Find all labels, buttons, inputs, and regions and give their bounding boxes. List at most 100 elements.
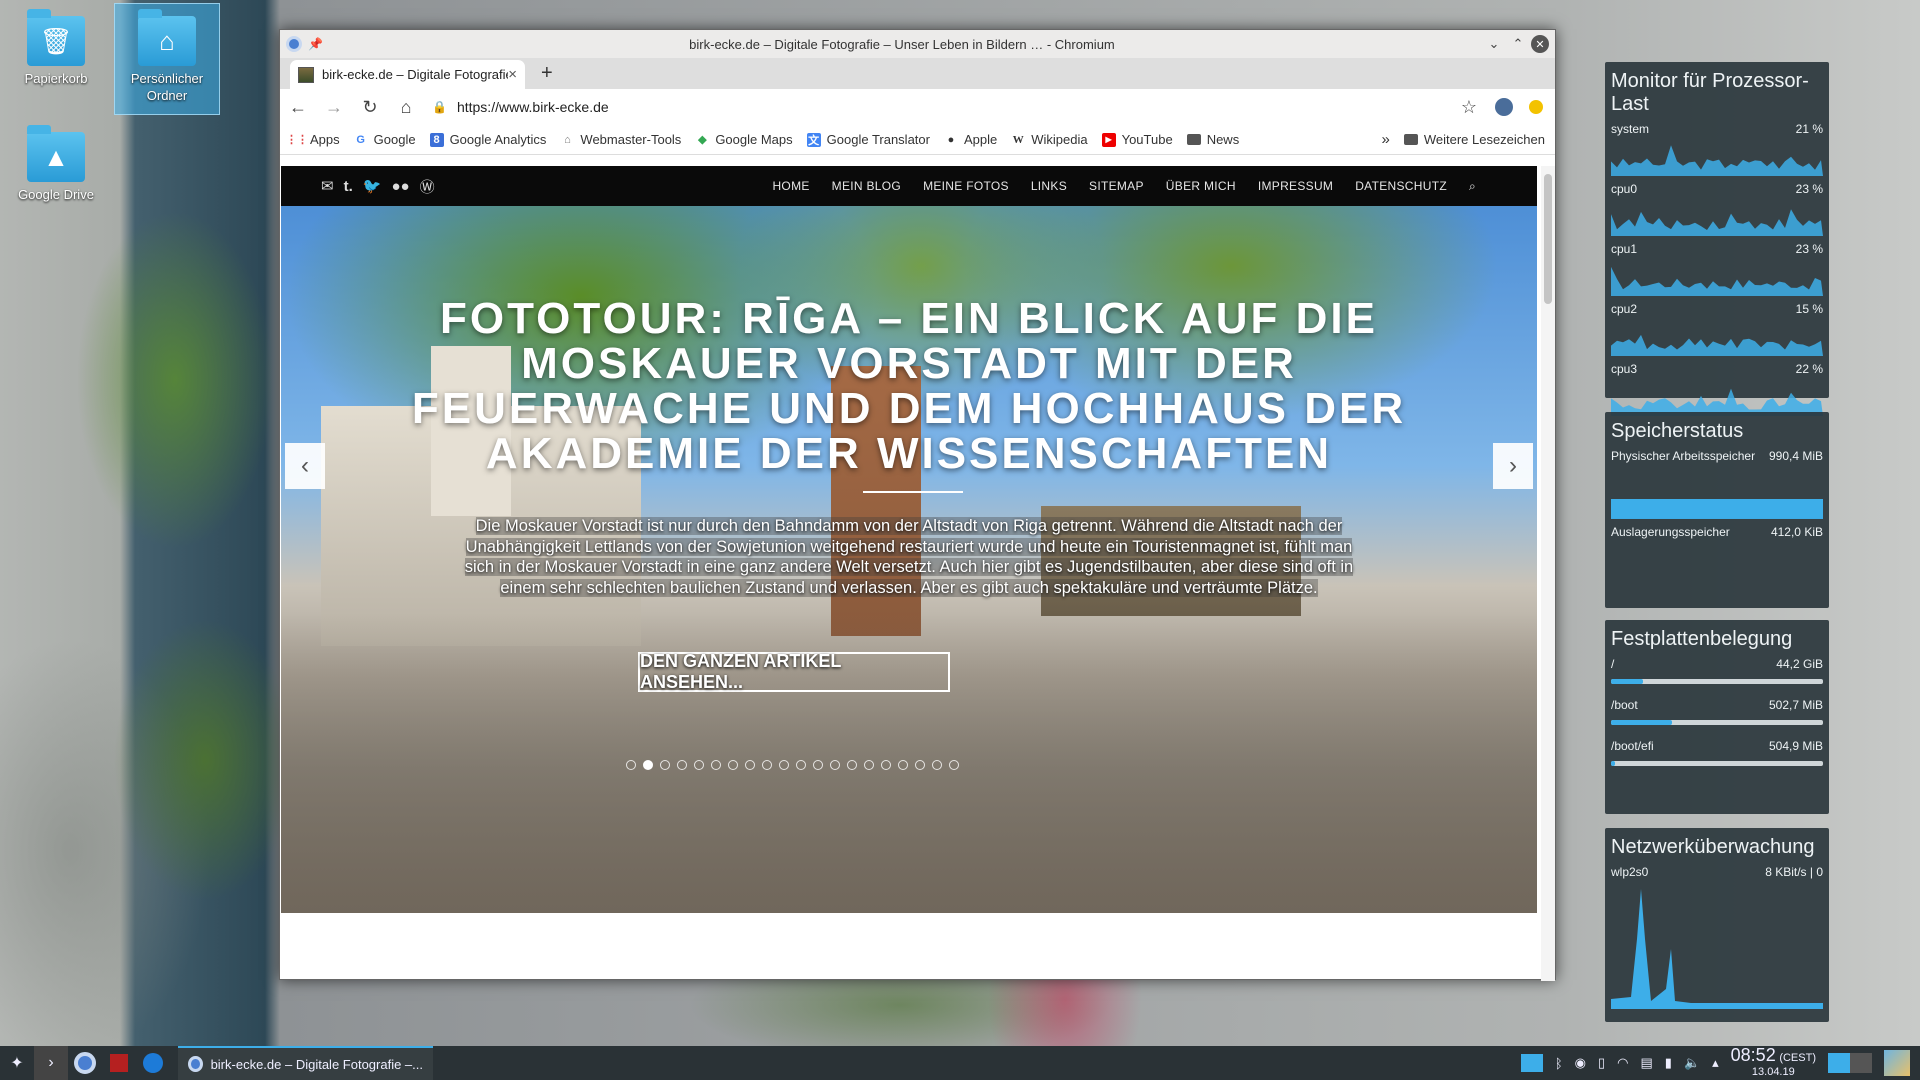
translate-icon: 文 (806, 132, 821, 147)
disk-usage-fill (1611, 679, 1643, 684)
scrollbar-thumb[interactable] (1544, 174, 1552, 304)
memory-row-physical: Physischer Arbeitsspeicher 990,4 MiB (1605, 447, 1829, 523)
forward-button[interactable]: → (324, 97, 344, 118)
bookmark-other-folder[interactable]: Weitere Lesezeichen (1403, 132, 1545, 147)
slider-dot[interactable] (626, 760, 636, 770)
slider-dot[interactable] (796, 760, 806, 770)
back-button[interactable]: ← (288, 97, 308, 118)
wifi-icon[interactable]: ◠ (1617, 1055, 1628, 1071)
home-button[interactable]: ⌂ (396, 97, 416, 118)
slider-dot[interactable] (643, 760, 653, 770)
slider-dot[interactable] (949, 760, 959, 770)
slider-dot[interactable] (915, 760, 925, 770)
teamviewer-icon[interactable] (136, 1046, 170, 1080)
volume-icon[interactable]: 🔈 (1684, 1055, 1700, 1071)
bookmark-google-analytics[interactable]: 8 Google Analytics (429, 132, 546, 147)
search-icon[interactable]: ⌕ (1458, 179, 1487, 194)
slider-dot[interactable] (762, 760, 772, 770)
tab-birk-ecke[interactable]: birk-ecke.de – Digitale Fotografie × (290, 60, 525, 89)
widget-title: Festplattenbelegung (1611, 628, 1793, 650)
bookmark-apps[interactable]: ⋮⋮ Apps (286, 132, 340, 147)
disk-row: /boot 502,7 MiB (1605, 696, 1829, 737)
clock-timezone: (CEST) (1779, 1051, 1816, 1064)
pin-icon[interactable]: 📌 (308, 37, 323, 51)
menu-mein-blog[interactable]: MEIN BLOG (821, 179, 912, 194)
terminal-icon[interactable]: › (34, 1046, 68, 1080)
show-desktop-icon[interactable] (1884, 1050, 1910, 1076)
new-tab-button[interactable]: + (541, 62, 553, 85)
bookmark-google[interactable]: G Google (354, 132, 415, 147)
address-bar[interactable]: 🔒 https://www.birk-ecke.de (432, 93, 1443, 121)
teamviewer-tray-icon[interactable]: ◉ (1575, 1055, 1586, 1071)
pager-icon[interactable] (1828, 1053, 1872, 1073)
desktop-icon-trash[interactable]: 🗑 Papierkorb (4, 4, 108, 94)
disk-rows: / 44,2 GiB/boot 502,7 MiB/boot/efi 504,9 Mi… (1605, 655, 1829, 778)
minimize-button[interactable]: ⌄ (1483, 33, 1505, 55)
url-text[interactable]: https://www.birk-ecke.de (457, 99, 609, 115)
slider-dot[interactable] (898, 760, 908, 770)
bluetooth-icon[interactable]: ᛒ (1555, 1056, 1563, 1071)
filezilla-icon[interactable] (102, 1046, 136, 1080)
desktop-icon-google-drive[interactable]: ▲ Google Drive (4, 120, 108, 210)
slider-dot[interactable] (881, 760, 891, 770)
app-launcher-icon[interactable]: ✦ (0, 1046, 34, 1080)
tumblr-icon[interactable]: t. (344, 178, 353, 195)
read-article-button[interactable]: DEN GANZEN ARTIKEL ANSEHEN... (638, 651, 950, 692)
hero-title[interactable]: FOTOTOUR: RĪGA – EIN BLICK AUF DIE MOSKA… (371, 296, 1447, 476)
maximize-button[interactable]: ⌃ (1507, 33, 1529, 55)
bookmark-apple[interactable]: ● Apple (944, 132, 998, 147)
tray-expand-icon[interactable]: ▴ (1712, 1055, 1719, 1071)
slider-dot[interactable] (830, 760, 840, 770)
battery-icon[interactable]: ▮ (1665, 1055, 1672, 1071)
slider-dot[interactable] (932, 760, 942, 770)
bookmark-label: Apple (963, 132, 998, 147)
slider-dot[interactable] (779, 760, 789, 770)
reload-button[interactable]: ↻ (360, 97, 380, 118)
bookmarks-overflow-button[interactable]: » (1381, 131, 1389, 148)
slider-dot[interactable] (694, 760, 704, 770)
extension-icon[interactable] (1529, 100, 1543, 114)
slider-next-button[interactable]: › (1493, 443, 1533, 489)
bookmark-star-icon[interactable]: ☆ (1459, 97, 1479, 118)
twitter-icon[interactable]: 🐦 (363, 177, 382, 195)
slider-dot[interactable] (745, 760, 755, 770)
usb-icon[interactable]: ▯ (1598, 1055, 1605, 1071)
slider-dot[interactable] (864, 760, 874, 770)
digital-clock[interactable]: 08:52 (CEST) 13.04.19 (1731, 1046, 1816, 1079)
bookmark-google-maps[interactable]: ◆ Google Maps (695, 132, 793, 147)
bookmark-google-translator[interactable]: 文 Google Translator (806, 132, 930, 147)
menu-ueber-mich[interactable]: ÜBER MICH (1155, 179, 1247, 194)
menu-home[interactable]: HOME (761, 179, 820, 194)
slider-dot[interactable] (660, 760, 670, 770)
page-scrollbar[interactable] (1541, 166, 1555, 981)
taskbar-task-chromium[interactable]: birk-ecke.de – Digitale Fotografie –... (178, 1046, 433, 1080)
flickr-icon[interactable]: ●● (391, 178, 409, 195)
slider-dot[interactable] (813, 760, 823, 770)
slider-prev-button[interactable]: ‹ (285, 443, 325, 489)
bookmark-news-folder[interactable]: News (1186, 132, 1239, 147)
disk-usage-bar (1611, 720, 1823, 725)
files-tray-icon[interactable] (1520, 1054, 1543, 1072)
bookmark-youtube[interactable]: ▶ YouTube (1101, 132, 1173, 147)
chromium-launcher-icon[interactable] (68, 1046, 102, 1080)
desktop-icon-home[interactable]: ⌂ Persönlicher Ordner (114, 3, 220, 115)
menu-meine-fotos[interactable]: MEINE FOTOS (912, 179, 1020, 194)
close-window-button[interactable]: ✕ (1531, 35, 1549, 53)
profile-avatar[interactable] (1495, 98, 1513, 116)
wordpress-icon[interactable]: Ⓦ (420, 176, 435, 197)
slider-dot[interactable] (847, 760, 857, 770)
clipboard-icon[interactable]: ▤ (1640, 1055, 1652, 1071)
slider-dot[interactable] (728, 760, 738, 770)
slider-dot[interactable] (677, 760, 687, 770)
slider-dot[interactable] (711, 760, 721, 770)
tab-close-icon[interactable]: × (508, 66, 517, 83)
menu-links[interactable]: LINKS (1020, 179, 1078, 194)
email-icon[interactable]: ✉ (321, 177, 334, 195)
bookmark-webmaster-tools[interactable]: ⌂ Webmaster-Tools (560, 132, 681, 147)
menu-datenschutz[interactable]: DATENSCHUTZ (1344, 179, 1458, 194)
menu-impressum[interactable]: IMPRESSUM (1247, 179, 1344, 194)
menu-sitemap[interactable]: SITEMAP (1078, 179, 1155, 194)
bookmark-wikipedia[interactable]: W Wikipedia (1011, 132, 1088, 147)
desktop-icon-label: Papierkorb (24, 71, 88, 86)
window-titlebar[interactable]: 📌 birk-ecke.de – Digitale Fotografie – U… (280, 30, 1555, 58)
